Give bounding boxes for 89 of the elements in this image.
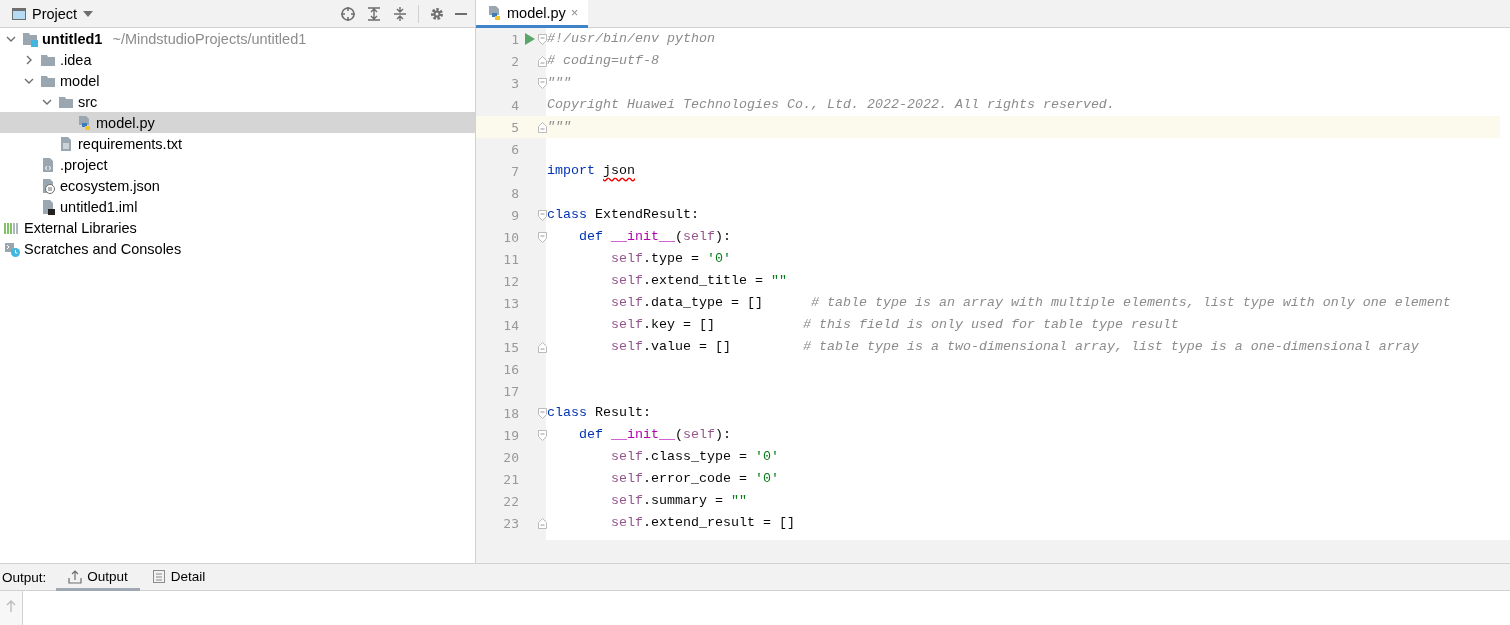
line-number: 23: [502, 515, 519, 531]
fold-marker-icon[interactable]: [538, 429, 547, 441]
fold-marker-icon[interactable]: [538, 33, 547, 45]
python-file-icon: [76, 114, 92, 131]
module-folder-icon: [22, 30, 38, 47]
code-line: def __init__(self):: [578, 228, 731, 246]
code-line: self.value = [] # table type is a two-dimensional array, list type is a one-dimensional array: [610, 338, 1419, 356]
panel-label: Output:: [1, 568, 48, 587]
clipboard-icon: [151, 568, 166, 584]
code-line: self.error_code = '0': [610, 470, 779, 488]
upload-icon: [68, 568, 83, 584]
code-line: def __init__(self):: [578, 426, 731, 444]
code-line: self.type = '0': [610, 250, 731, 268]
path-hint: ~/MindstudioProjects/untitled1: [112, 30, 307, 47]
tree-item[interactable]: model: [0, 70, 475, 91]
markup-file-icon: [40, 156, 56, 173]
fold-marker-icon[interactable]: [538, 209, 547, 221]
code-line: class ExtendResult:: [547, 206, 699, 224]
locate-icon[interactable]: [340, 5, 356, 22]
line-number: 10: [502, 229, 519, 245]
tree-item[interactable]: src: [0, 91, 475, 112]
line-number: 11: [502, 251, 519, 267]
tree-item[interactable]: untitled1.iml: [0, 196, 475, 217]
selected-tree-item[interactable]: model.py: [0, 112, 475, 133]
code-line: Copyright Huawei Technologies Co., Ltd. 2022-2022. All rights reserved.: [547, 96, 1115, 114]
code-line: """: [547, 118, 571, 136]
expand-all-icon[interactable]: [366, 5, 382, 22]
run-icon[interactable]: [525, 33, 535, 45]
code-line: self.summary = "": [610, 492, 747, 510]
line-number: 3: [510, 75, 519, 91]
code-line: #!/usr/bin/env python: [547, 30, 715, 48]
chevron-right-icon[interactable]: [24, 54, 34, 65]
panel-window-icon: [12, 7, 26, 20]
minimize-icon[interactable]: [455, 12, 467, 15]
code-line: self.class_type = '0': [610, 448, 779, 466]
line-number: 18: [502, 405, 519, 421]
line-number: 6: [510, 141, 519, 157]
settings-icon[interactable]: [429, 5, 445, 22]
text-file-icon: [58, 135, 74, 152]
json-file-icon: [40, 177, 56, 194]
line-number: 14: [502, 317, 519, 333]
line-number: 15: [502, 339, 519, 355]
line-number: 13: [502, 295, 519, 311]
close-tab-button[interactable]: ×: [570, 5, 579, 20]
line-number: 12: [502, 273, 519, 289]
code-line: self.extend_result = []: [610, 514, 795, 532]
line-number: 1: [510, 31, 519, 47]
line-number: 21: [502, 471, 519, 487]
fold-marker-icon[interactable]: [538, 55, 547, 67]
fold-marker-icon[interactable]: [538, 121, 547, 133]
line-number: 5: [510, 119, 519, 135]
line-number: 4: [510, 97, 519, 113]
tree-item[interactable]: Scratches and Consoles: [0, 238, 475, 259]
tree-item[interactable]: requirements.txt: [0, 133, 475, 154]
line-number: 22: [502, 493, 519, 509]
caret-icon: [83, 10, 94, 17]
fold-marker-icon[interactable]: [538, 517, 547, 529]
fold-marker-icon[interactable]: [538, 407, 547, 419]
tree-item[interactable]: .idea: [0, 49, 475, 70]
collapse-all-icon[interactable]: [392, 5, 408, 22]
line-number: 2: [510, 53, 519, 69]
up-arrow-icon[interactable]: [6, 600, 16, 612]
line-number: 8: [510, 185, 519, 201]
line-number: 16: [502, 361, 519, 377]
module-file-icon: [40, 198, 56, 215]
project-view-dropdown[interactable]: Project: [8, 3, 98, 24]
fold-marker-icon[interactable]: [538, 231, 547, 243]
code-line: """: [547, 74, 571, 92]
output-tab[interactable]: Detail: [139, 564, 218, 591]
tree-item[interactable]: .project: [0, 154, 475, 175]
line-number: 9: [510, 207, 519, 223]
fold-marker-icon[interactable]: [538, 341, 547, 353]
tree-item[interactable]: ecosystem.json: [0, 175, 475, 196]
code-line: self.data_type = [] # table type is an array with multiple elements, list type with only one element: [610, 294, 1451, 312]
code-line: # coding=utf-8: [547, 52, 659, 70]
scratches-icon: [4, 240, 20, 257]
line-number: 17: [502, 383, 519, 399]
code-line: import json: [547, 162, 635, 180]
fold-marker-icon[interactable]: [538, 77, 547, 89]
code-line: self.key = [] # this field is only used for table type result: [610, 316, 1179, 334]
line-number: 19: [502, 427, 519, 443]
editor-tab[interactable]: model.py ×: [476, 0, 589, 28]
code-line: self.extend_title = "": [610, 272, 787, 290]
tree-item[interactable]: External Libraries: [0, 217, 475, 238]
python-file-icon: [486, 4, 502, 21]
line-number: 20: [502, 449, 519, 465]
tree-item-label: untitled1: [42, 30, 103, 47]
line-number: 7: [510, 163, 519, 179]
code-line: class Result:: [547, 404, 651, 422]
